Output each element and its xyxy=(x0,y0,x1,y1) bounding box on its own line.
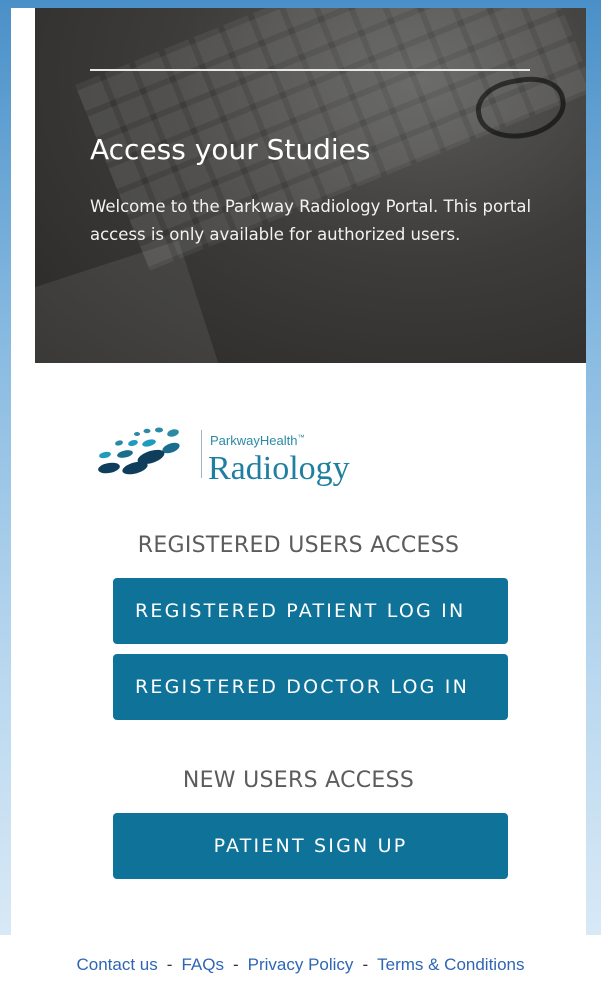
hero-title: Access your Studies xyxy=(90,133,371,166)
contact-us-link[interactable]: Contact us xyxy=(77,955,158,974)
portal-card: Access your Studies Welcome to the Parkw… xyxy=(11,8,586,935)
footer-separator: - xyxy=(362,955,369,974)
hero-banner: Access your Studies Welcome to the Parkw… xyxy=(35,8,586,363)
registered-users-heading: REGISTERED USERS ACCESS xyxy=(137,533,460,558)
hero-description: Welcome to the Parkway Radiology Portal.… xyxy=(90,197,532,244)
hero-divider xyxy=(90,69,530,71)
registered-patient-login-button[interactable]: REGISTERED PATIENT LOG IN xyxy=(113,578,508,644)
logo-trademark: ™ xyxy=(297,434,305,442)
footer-links: Contact us - FAQs - Privacy Policy - Terms & C… xyxy=(0,955,601,975)
logo-brand-big: Radiology xyxy=(208,450,350,487)
footer-separator: - xyxy=(232,955,239,974)
parkway-dots-icon xyxy=(98,427,180,475)
footer-separator: - xyxy=(166,955,173,974)
new-users-heading: NEW USERS ACCESS xyxy=(182,768,415,793)
logo-separator xyxy=(201,430,202,478)
paper-background-image xyxy=(35,240,222,363)
logo-brand-small: ParkwayHealth™ xyxy=(210,433,304,448)
terms-conditions-link[interactable]: Terms & Conditions xyxy=(377,955,524,974)
faqs-link[interactable]: FAQs xyxy=(181,955,224,974)
registered-doctor-login-button[interactable]: REGISTERED DOCTOR LOG IN xyxy=(113,654,508,720)
parkway-radiology-logo: ParkwayHealth™ Radiology xyxy=(89,413,389,503)
privacy-policy-link[interactable]: Privacy Policy xyxy=(248,955,354,974)
logo-brand-small-text: ParkwayHealth xyxy=(210,433,298,448)
patient-signup-button[interactable]: PATIENT SIGN UP xyxy=(113,813,508,879)
